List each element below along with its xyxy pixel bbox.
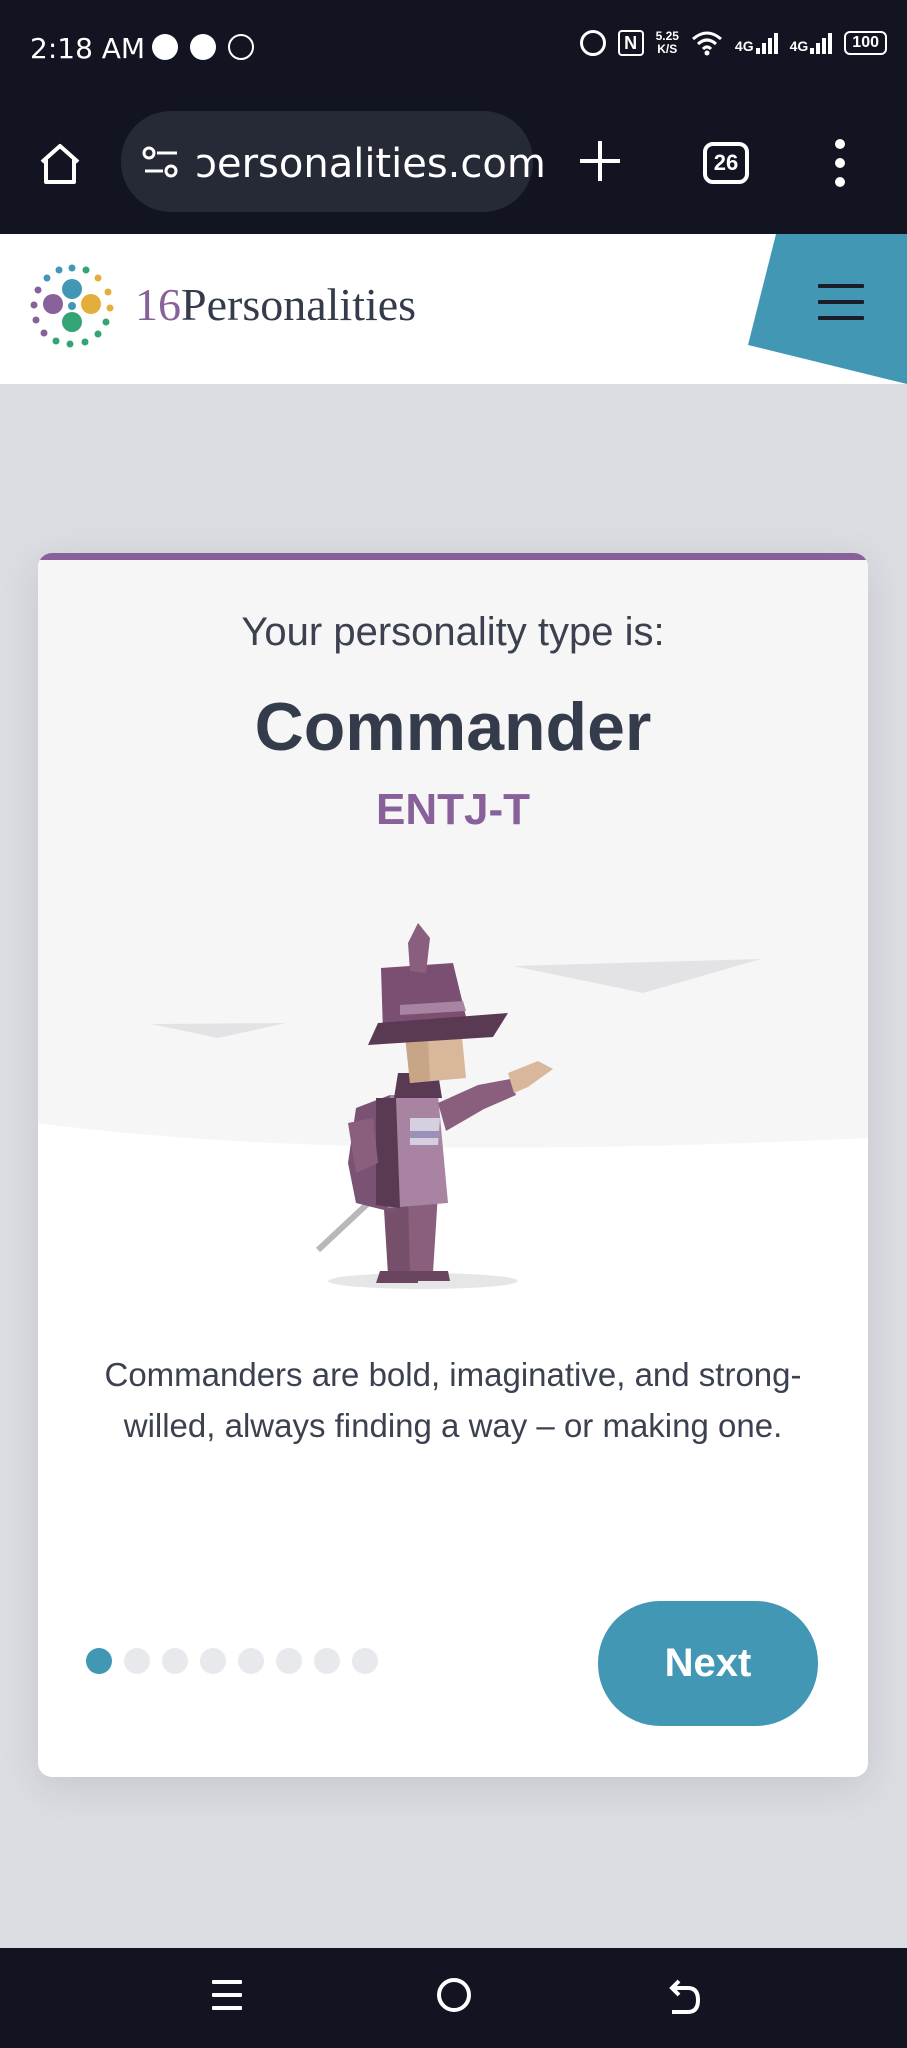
signal-bars-1-icon xyxy=(755,32,778,54)
chat-icon xyxy=(190,34,216,60)
browser-toolbar: ɔersonalities.com 26 xyxy=(0,100,907,234)
signal-bars-2-icon xyxy=(810,32,833,54)
system-nav-bar xyxy=(0,1948,907,2048)
pagination-dot-4[interactable] xyxy=(200,1648,226,1674)
site-settings-icon[interactable] xyxy=(141,145,181,181)
more-options-icon[interactable] xyxy=(832,138,848,188)
signal-1: 4G xyxy=(735,32,778,54)
alarm-icon xyxy=(579,30,606,56)
logo-word: Personalities xyxy=(181,279,417,330)
pagination-dot-6[interactable] xyxy=(276,1648,302,1674)
net-speed: 5.25 K/S xyxy=(656,30,679,56)
nfc-icon: N xyxy=(617,30,644,56)
battery-icon: 100 xyxy=(844,31,887,55)
url-text[interactable]: ɔersonalities.com xyxy=(195,141,546,187)
network-type-1: 4G xyxy=(734,38,754,54)
tab-switcher-button[interactable]: 26 xyxy=(703,142,749,184)
pagination-dot-7[interactable] xyxy=(314,1648,340,1674)
wifi-icon xyxy=(691,31,722,56)
pagination-dot-1[interactable] xyxy=(86,1648,112,1674)
logo-number: 16 xyxy=(135,279,181,330)
new-tab-icon[interactable] xyxy=(575,136,625,186)
result-card: Your personality type is: Commander ENTJ… xyxy=(38,553,868,1777)
status-bar: 2:18 AM N 5.25 K/S 4G 4G 100 xyxy=(0,0,907,100)
status-right-icons: N 5.25 K/S 4G 4G 100 xyxy=(579,30,887,56)
pagination-dot-3[interactable] xyxy=(162,1648,188,1674)
personality-type-code: ENTJ-T xyxy=(376,785,530,834)
personality-type-name: Commander xyxy=(254,689,652,765)
site-header: 16Personalities xyxy=(0,234,907,384)
logo-wordmark[interactable]: 16Personalities xyxy=(135,278,416,331)
recent-apps-icon[interactable] xyxy=(212,1980,242,2014)
hamburger-menu-icon[interactable] xyxy=(818,284,864,324)
notification-icons xyxy=(152,34,254,60)
pagination-dot-8[interactable] xyxy=(352,1648,378,1674)
facebook-icon xyxy=(228,34,254,60)
pagination-dots xyxy=(86,1648,378,1674)
battery-level: 100 xyxy=(852,34,879,51)
next-button[interactable]: Next xyxy=(598,1601,818,1726)
intro-text: Your personality type is: xyxy=(241,610,665,654)
messenger-icon xyxy=(152,34,178,60)
card-accent-line xyxy=(38,553,868,560)
pagination-dot-2[interactable] xyxy=(124,1648,150,1674)
home-button-icon[interactable] xyxy=(437,1978,471,2012)
logo-icon[interactable] xyxy=(22,256,122,356)
address-bar[interactable]: ɔersonalities.com xyxy=(121,111,546,212)
status-time: 2:18 AM xyxy=(30,32,146,65)
net-speed-unit: K/S xyxy=(657,42,678,56)
network-type-2: 4G xyxy=(789,38,809,54)
type-description: Commanders are bold, imaginative, and st… xyxy=(104,1356,802,1444)
pagination-dot-5[interactable] xyxy=(238,1648,264,1674)
commander-illustration xyxy=(38,923,868,1363)
home-icon[interactable] xyxy=(36,140,84,188)
signal-2: 4G xyxy=(790,32,833,54)
back-icon[interactable] xyxy=(664,1978,704,2018)
